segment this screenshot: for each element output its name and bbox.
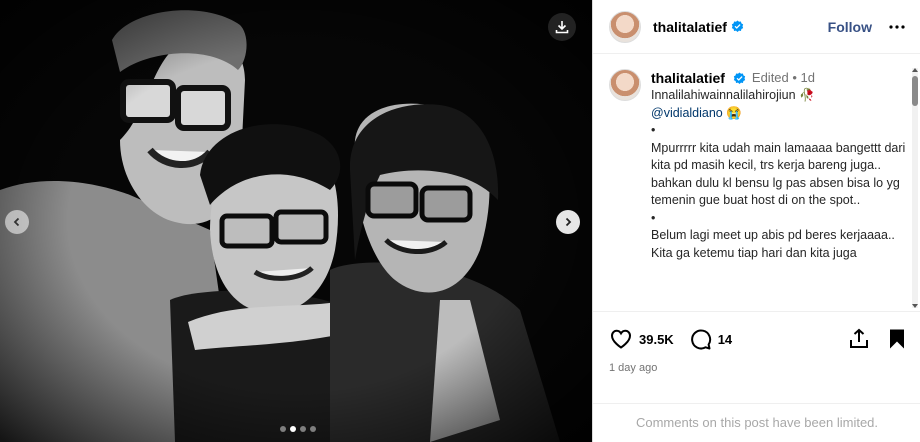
caption-paragraph: Mpurrrrr kita udah main lamaaaa bangettt… (651, 140, 906, 208)
mention-link[interactable]: @vidialdiano (651, 106, 723, 120)
post-actions: 39.5K 14 1 day ago (593, 311, 920, 403)
caption-bullet: • (651, 123, 656, 137)
caption-username[interactable]: thalitalatief (651, 69, 725, 87)
caption-area: thalitalatief Edited • 1d Innalilahiwain… (593, 55, 920, 311)
post-photo (0, 0, 592, 442)
download-button[interactable] (548, 13, 576, 41)
carousel-dot (280, 426, 286, 432)
more-icon[interactable] (888, 18, 906, 36)
download-icon (555, 21, 569, 34)
caption-emoji: 😭 (726, 105, 742, 120)
post-side-panel: thalitalatief Follow thalitalatief Edite… (592, 0, 920, 442)
chevron-right-icon (565, 217, 572, 227)
caption-line: Innalilahiwainnalilahirojiun 🥀 (651, 88, 815, 102)
carousel-dot-active (290, 426, 296, 432)
next-slide-button[interactable] (556, 210, 580, 234)
caption-paragraph: Kita ga ketemu tiap hari dan kita juga (651, 245, 857, 260)
bookmark-icon[interactable] (885, 327, 909, 351)
comment-icon[interactable] (688, 327, 712, 351)
chevron-left-icon (13, 217, 20, 227)
caption: thalitalatief Edited • 1d Innalilahiwain… (609, 69, 909, 262)
caption-text: Innalilahiwainnalilahirojiun 🥀 @vidialdi… (651, 87, 909, 262)
comment-action: 14 (688, 327, 732, 351)
caption-bullet: • (651, 210, 656, 225)
caption-paragraph: Belum lagi meet up abis pd beres kerjaaa… (651, 228, 895, 242)
post-time[interactable]: 1 day ago (609, 362, 909, 374)
like-count[interactable]: 39.5K (639, 332, 674, 347)
header-username[interactable]: thalitalatief (653, 19, 727, 35)
comments-limited-notice: Comments on this post have been limited. (593, 403, 920, 442)
share-icon[interactable] (847, 327, 871, 351)
follow-button[interactable]: Follow (828, 19, 872, 35)
carousel-dots (280, 426, 316, 432)
like-action: 39.5K (609, 327, 674, 351)
verified-icon (731, 20, 744, 32)
caption-meta: Edited • 1d (751, 70, 816, 85)
previous-slide-button[interactable] (5, 210, 29, 234)
avatar[interactable] (609, 10, 641, 43)
scroll-down-arrow[interactable] (912, 304, 918, 308)
carousel-dot (300, 426, 306, 432)
carousel-dot (310, 426, 316, 432)
scroll-up-arrow[interactable] (912, 68, 918, 72)
verified-icon (733, 71, 746, 84)
caption-scrollbar[interactable] (912, 68, 918, 308)
post-media[interactable] (0, 0, 592, 442)
comment-count[interactable]: 14 (718, 332, 732, 347)
heart-icon[interactable] (609, 327, 633, 351)
avatar[interactable] (609, 69, 641, 101)
scroll-thumb[interactable] (912, 76, 918, 106)
post-header: thalitalatief Follow (593, 0, 920, 54)
